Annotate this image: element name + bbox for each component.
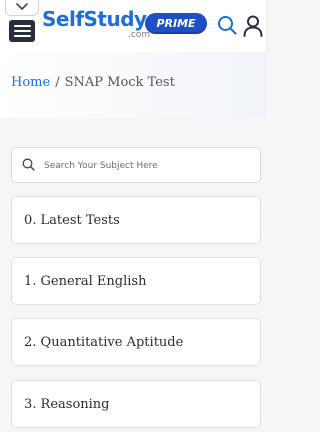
- logo-domain-suffix: .com: [128, 30, 151, 40]
- search-icon: [22, 158, 35, 171]
- collapse-toggle[interactable]: [5, 0, 39, 16]
- subject-card-quantitative-aptitude[interactable]: 2. Quantitative Aptitude: [11, 318, 261, 366]
- site-logo[interactable]: SelfStudys: [42, 7, 159, 31]
- hamburger-menu-icon[interactable]: [9, 20, 35, 42]
- breadcrumb: Home / SNAP Mock Test: [11, 75, 175, 90]
- subject-search-box[interactable]: [11, 147, 261, 183]
- user-icon[interactable]: [243, 15, 263, 37]
- subject-card-latest-tests[interactable]: 0. Latest Tests: [11, 196, 261, 244]
- breadcrumb-home-link[interactable]: Home: [11, 75, 50, 90]
- search-input[interactable]: [42, 156, 256, 176]
- chevron-down-icon: [16, 2, 28, 10]
- breadcrumb-bar: Home / SNAP Mock Test: [0, 52, 266, 118]
- prime-badge[interactable]: PRIME: [145, 13, 207, 34]
- site-header: SelfStudys .com PRIME: [0, 0, 266, 52]
- subject-card-reasoning[interactable]: 3. Reasoning: [11, 380, 261, 428]
- breadcrumb-separator: /: [55, 75, 60, 90]
- search-icon[interactable]: [217, 15, 237, 35]
- subject-card-general-english[interactable]: 1. General English: [11, 257, 261, 305]
- breadcrumb-current: SNAP Mock Test: [64, 75, 175, 90]
